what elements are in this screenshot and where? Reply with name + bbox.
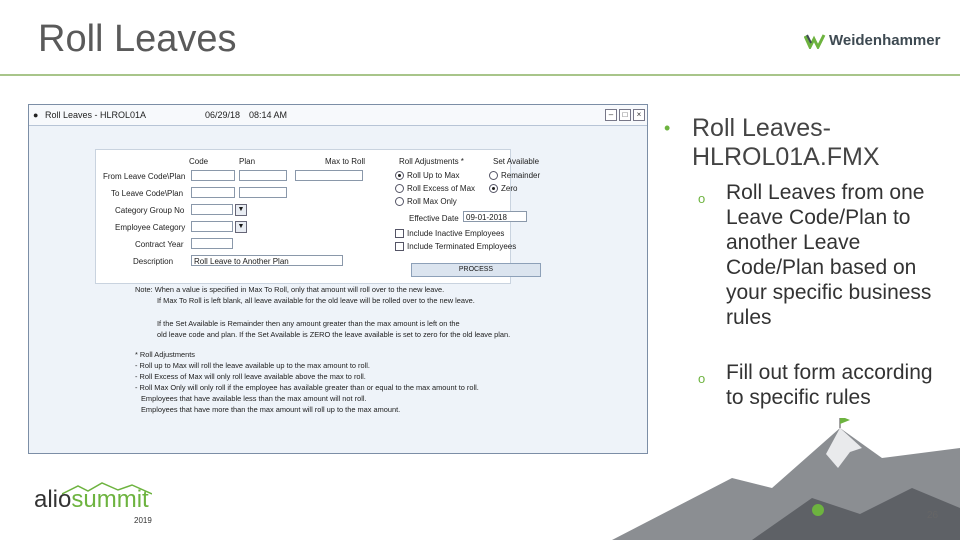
effective-date-input[interactable]: 09-01-2018 [463, 211, 527, 222]
event-year: 2019 [134, 516, 152, 525]
include-terminated-checkbox[interactable] [395, 242, 404, 251]
note-line: old leave code and plan. If the Set Avai… [157, 330, 511, 339]
window-date: 06/29/18 [205, 110, 241, 120]
to-code-input[interactable] [191, 187, 235, 198]
description-input[interactable]: Roll Leave to Another Plan [191, 255, 343, 266]
map-pin-icon [812, 504, 824, 516]
contract-year-input[interactable] [191, 238, 233, 249]
employee-category-input[interactable] [191, 221, 233, 232]
note-line: Employees that have more than the max am… [141, 405, 401, 414]
roll-max-only-label: Roll Max Only [407, 197, 457, 206]
zero-radio[interactable] [489, 184, 498, 193]
roll-max-only-radio[interactable] [395, 197, 404, 206]
to-plan-input[interactable] [239, 187, 287, 198]
note-line: Employees that have available less than … [141, 394, 367, 403]
mountain-logo-icon [62, 482, 152, 495]
zero-label: Zero [501, 184, 518, 193]
roll-excess-label: Roll Excess of Max [407, 184, 476, 193]
from-code-input[interactable] [191, 170, 235, 181]
employee-category-dropdown-icon[interactable]: ▼ [235, 221, 247, 233]
window-time: 08:14 AM [249, 110, 288, 120]
category-group-dropdown-icon[interactable]: ▼ [235, 204, 247, 216]
from-plan-input[interactable] [239, 170, 287, 181]
sub-bullet-1-text: Roll Leaves from one Leave Code/Plan to … [726, 181, 932, 329]
sub-bullet-icon: o [698, 371, 706, 386]
include-inactive-checkbox[interactable] [395, 229, 404, 238]
slide-title: Roll Leaves [38, 18, 237, 60]
roll-up-to-max-radio[interactable] [395, 171, 404, 180]
maximize-icon[interactable]: □ [619, 109, 631, 121]
title-divider [0, 74, 960, 76]
note-line: - Roll Excess of Max will only roll leav… [135, 372, 366, 381]
include-inactive-label: Include Inactive Employees [407, 229, 505, 238]
max-to-roll-input[interactable] [295, 170, 363, 181]
note-line: * Roll Adjustments [135, 350, 195, 359]
remainder-radio[interactable] [489, 171, 498, 180]
minimize-icon[interactable]: – [605, 109, 617, 121]
mountain-illustration [612, 418, 960, 540]
note-line: If Max To Roll is left blank, all leave … [157, 296, 475, 305]
roll-up-to-max-label: Roll Up to Max [407, 171, 460, 180]
remainder-label: Remainder [501, 171, 541, 180]
weidenhammer-logo: Weidenhammer [804, 32, 940, 49]
note-line: - Roll Max Only will only roll if the em… [135, 383, 479, 392]
category-group-label: Category Group No [115, 206, 185, 215]
sub-bullet-icon: o [698, 191, 706, 206]
effective-date-label: Effective Date [409, 214, 459, 223]
note-line: Note: When a value is specified in Max T… [135, 285, 445, 294]
header-max-to-roll: Max to Roll [325, 157, 366, 166]
header-plan: Plan [239, 157, 256, 166]
to-leave-label: To Leave Code\Plan [111, 189, 184, 198]
from-leave-label: From Leave Code\Plan [103, 172, 186, 181]
category-group-input[interactable] [191, 204, 233, 215]
roll-excess-radio[interactable] [395, 184, 404, 193]
header-roll-adjustments: Roll Adjustments * [399, 157, 464, 166]
bullet-icon: • [664, 118, 671, 138]
process-button[interactable]: PROCESS [411, 263, 541, 277]
header-code: Code [189, 157, 209, 166]
note-line: If the Set Available is Remainder then a… [157, 319, 460, 328]
form-window: ● Roll Leaves - HLROL01A 06/29/18 08:14 … [28, 104, 648, 454]
weidenhammer-mark-icon [804, 33, 826, 49]
sub-bullet-2-text: Fill out form according to specific rule… [726, 361, 933, 409]
app-icon: ● [33, 110, 39, 120]
alio-summit-logo: aliosummit 2019 [34, 482, 152, 525]
include-terminated-label: Include Terminated Employees [407, 242, 517, 251]
page-number: 26 [927, 510, 939, 521]
window-title: Roll Leaves - HLROL01A [45, 110, 147, 120]
header-set-available: Set Available [493, 157, 540, 166]
note-line: - Roll up to Max will roll the leave ava… [135, 361, 370, 370]
contract-year-label: Contract Year [135, 240, 184, 249]
window-titlebar: ● Roll Leaves - HLROL01A 06/29/18 08:14 … [29, 105, 647, 126]
main-bullet-text: Roll Leaves- HLROL01A.FMX [692, 114, 880, 171]
close-icon[interactable]: × [633, 109, 645, 121]
logo-text: Weidenhammer [829, 32, 941, 49]
description-label: Description [133, 257, 174, 266]
employee-category-label: Employee Category [115, 223, 186, 232]
